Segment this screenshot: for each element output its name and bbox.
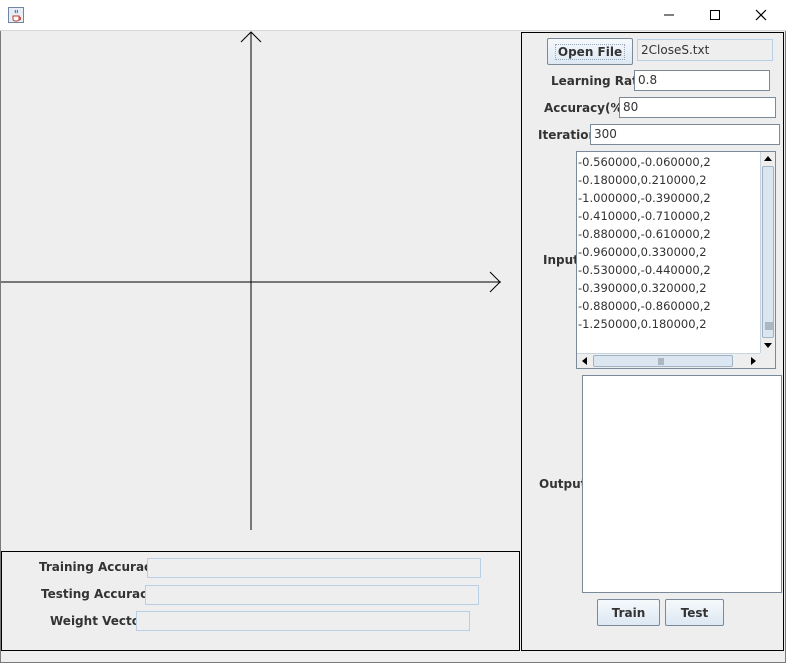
maximize-icon	[710, 10, 720, 20]
testing-accuracy-label: Testing Accuracy	[41, 587, 156, 601]
file-name-field: 2CloseS.txt	[637, 39, 773, 61]
test-button-label: Test	[680, 605, 709, 620]
title-bar	[0, 0, 786, 31]
scrollbar-corner	[760, 353, 775, 368]
input-line: -1.000000,-0.390000,2	[578, 191, 711, 205]
accuracy-label: Accuracy(%)	[544, 101, 628, 115]
scroll-left-icon[interactable]	[581, 356, 589, 366]
scroll-down-icon[interactable]	[763, 341, 773, 349]
input-line: -0.960000,0.330000,2	[578, 245, 707, 259]
open-file-button-label: Open File	[554, 43, 626, 60]
accuracy-input[interactable]: 80	[619, 97, 776, 118]
learning-rate-label: Learning Rate	[551, 74, 646, 88]
horizontal-scroll-thumb[interactable]	[593, 355, 733, 367]
input-line: -0.410000,-0.710000,2	[578, 209, 711, 223]
training-accuracy-label: Training Accuracy	[39, 560, 159, 574]
scroll-right-icon[interactable]	[749, 356, 757, 366]
input-line: -0.880000,-0.610000,2	[578, 227, 711, 241]
training-accuracy-field	[147, 558, 481, 578]
input-vertical-scrollbar[interactable]	[760, 152, 775, 353]
input-line: -0.530000,-0.440000,2	[578, 263, 711, 277]
input-line: -0.180000,0.210000,2	[578, 173, 707, 187]
weight-vector-field	[136, 611, 470, 631]
input-line: -0.560000,-0.060000,2	[578, 155, 711, 169]
input-text-area[interactable]: -0.560000,-0.060000,2 -0.180000,0.210000,…	[576, 151, 776, 369]
results-panel: Training Accuracy Testing Accuracy Weigh…	[1, 551, 520, 651]
scroll-up-icon[interactable]	[763, 155, 773, 163]
maximize-button[interactable]	[692, 0, 738, 30]
vertical-scroll-thumb[interactable]	[762, 166, 774, 338]
train-button-label: Train	[611, 605, 646, 620]
output-label: Output	[539, 477, 587, 491]
learning-rate-input[interactable]: 0.8	[634, 70, 770, 91]
input-horizontal-scrollbar[interactable]	[577, 353, 761, 368]
weight-vector-label: Weight Vector	[50, 614, 146, 628]
iteration-input[interactable]: 300	[590, 124, 780, 145]
plot-canvas[interactable]	[1, 31, 521, 551]
close-button[interactable]	[738, 0, 784, 30]
minimize-button[interactable]	[646, 0, 692, 30]
minimize-icon	[664, 14, 674, 16]
close-icon	[755, 9, 767, 21]
input-label: Input	[543, 253, 579, 267]
input-line: -0.390000,0.320000,2	[578, 281, 707, 295]
testing-accuracy-field	[145, 585, 479, 605]
input-line: -0.880000,-0.860000,2	[578, 299, 711, 313]
java-cup-icon	[8, 7, 24, 23]
output-text-area[interactable]	[582, 375, 782, 593]
open-file-button[interactable]: Open File	[547, 38, 633, 65]
input-lines[interactable]: -0.560000,-0.060000,2 -0.180000,0.210000,…	[578, 153, 761, 353]
train-button[interactable]: Train	[597, 599, 660, 626]
iteration-label: Iteration	[538, 128, 597, 142]
test-button[interactable]: Test	[665, 599, 724, 626]
grip-icon	[765, 322, 773, 330]
input-line: -1.250000,0.180000,2	[578, 317, 707, 331]
grip-icon	[658, 358, 664, 365]
